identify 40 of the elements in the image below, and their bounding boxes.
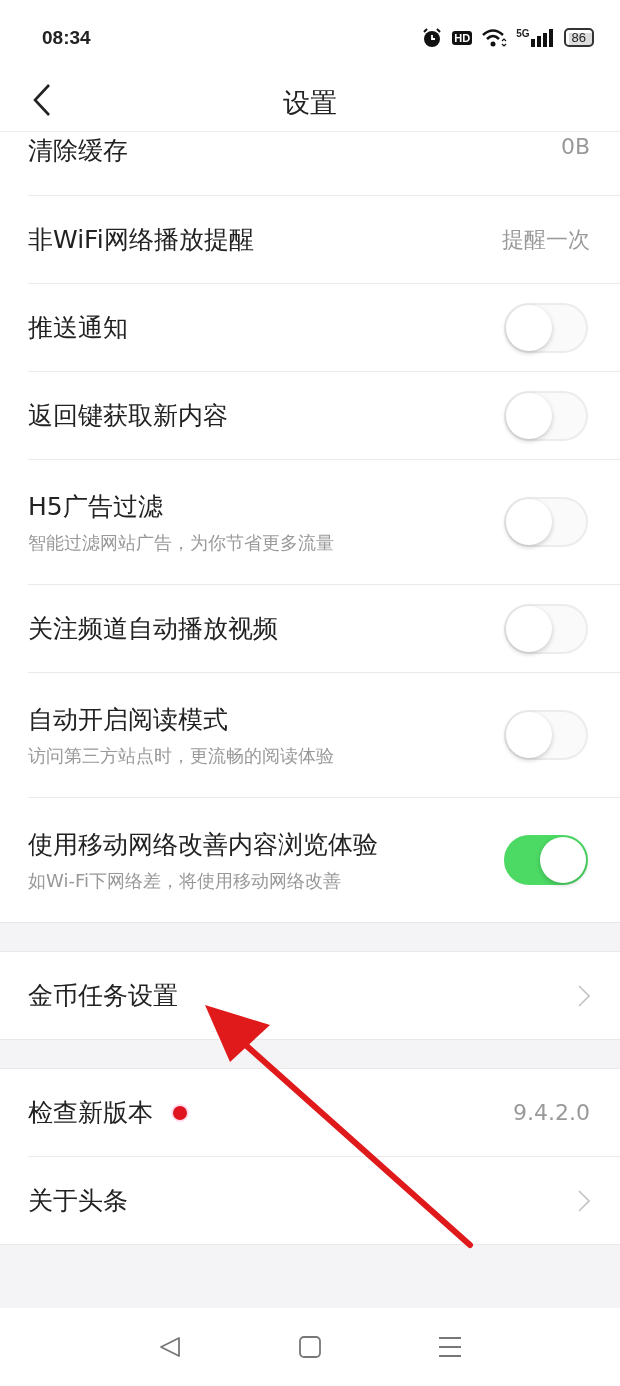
settings-row[interactable]: 推送通知 — [28, 284, 620, 372]
settings-row[interactable]: 使用移动网络改善内容浏览体验 如Wi-Fi下网络差，将使用移动网络改善 — [28, 798, 620, 922]
settings-row[interactable]: 非WiFi网络播放提醒 提醒一次 — [28, 196, 620, 284]
setting-description: 访问第三方站点时，更流畅的阅读体验 — [28, 743, 334, 768]
settings-row[interactable]: 关于头条 — [28, 1157, 620, 1244]
chevron-icon — [578, 984, 590, 1007]
toggle-switch[interactable] — [504, 835, 588, 885]
hd-badge: HD — [452, 30, 473, 45]
setting-label: 使用移动网络改善内容浏览体验 — [28, 828, 378, 861]
setting-label: 清除缓存 — [28, 135, 128, 167]
setting-value: 9.4.2.0 — [513, 1100, 590, 1125]
setting-description: 智能过滤网站广告，为你节省更多流量 — [28, 530, 334, 555]
setting-label: 关注频道自动播放视频 — [28, 613, 278, 645]
settings-row[interactable]: 清除缓存 0B — [28, 132, 620, 196]
settings-row[interactable]: 检查新版本 9.4.2.0 — [28, 1069, 620, 1157]
wifi-icon — [481, 27, 508, 48]
battery-indicator: 86 — [563, 28, 594, 47]
home-icon[interactable] — [299, 1336, 321, 1358]
page-title: 设置 — [283, 86, 337, 120]
settings-row[interactable]: 自动开启阅读模式 访问第三方站点时，更流畅的阅读体验 — [28, 673, 620, 798]
setting-label: H5广告过滤 — [28, 490, 163, 523]
setting-label: 推送通知 — [28, 312, 128, 344]
status-time: 08:34 — [42, 26, 91, 49]
settings-row[interactable]: 关注频道自动播放视频 — [28, 585, 620, 673]
setting-label: 关于头条 — [28, 1185, 128, 1217]
menu-icon[interactable] — [439, 1336, 461, 1358]
settings-row[interactable]: H5广告过滤 智能过滤网站广告，为你节省更多流量 — [28, 460, 620, 585]
setting-label: 自动开启阅读模式 — [28, 703, 228, 736]
settings-row[interactable]: 返回键获取新内容 — [28, 372, 620, 460]
setting-label: 非WiFi网络播放提醒 — [28, 224, 254, 256]
signal-icon — [530, 28, 555, 47]
network-type: 5G — [516, 28, 530, 39]
chevron-icon — [578, 1189, 590, 1212]
setting-label: 金币任务设置 — [28, 980, 178, 1012]
setting-value: 提醒一次 — [502, 225, 590, 254]
setting-value: 0B — [560, 134, 590, 159]
setting-label: 返回键获取新内容 — [28, 400, 228, 432]
setting-label: 检查新版本 — [28, 1097, 153, 1129]
setting-description: 如Wi-Fi下网络差，将使用移动网络改善 — [28, 868, 342, 893]
back-icon[interactable] — [32, 83, 52, 117]
